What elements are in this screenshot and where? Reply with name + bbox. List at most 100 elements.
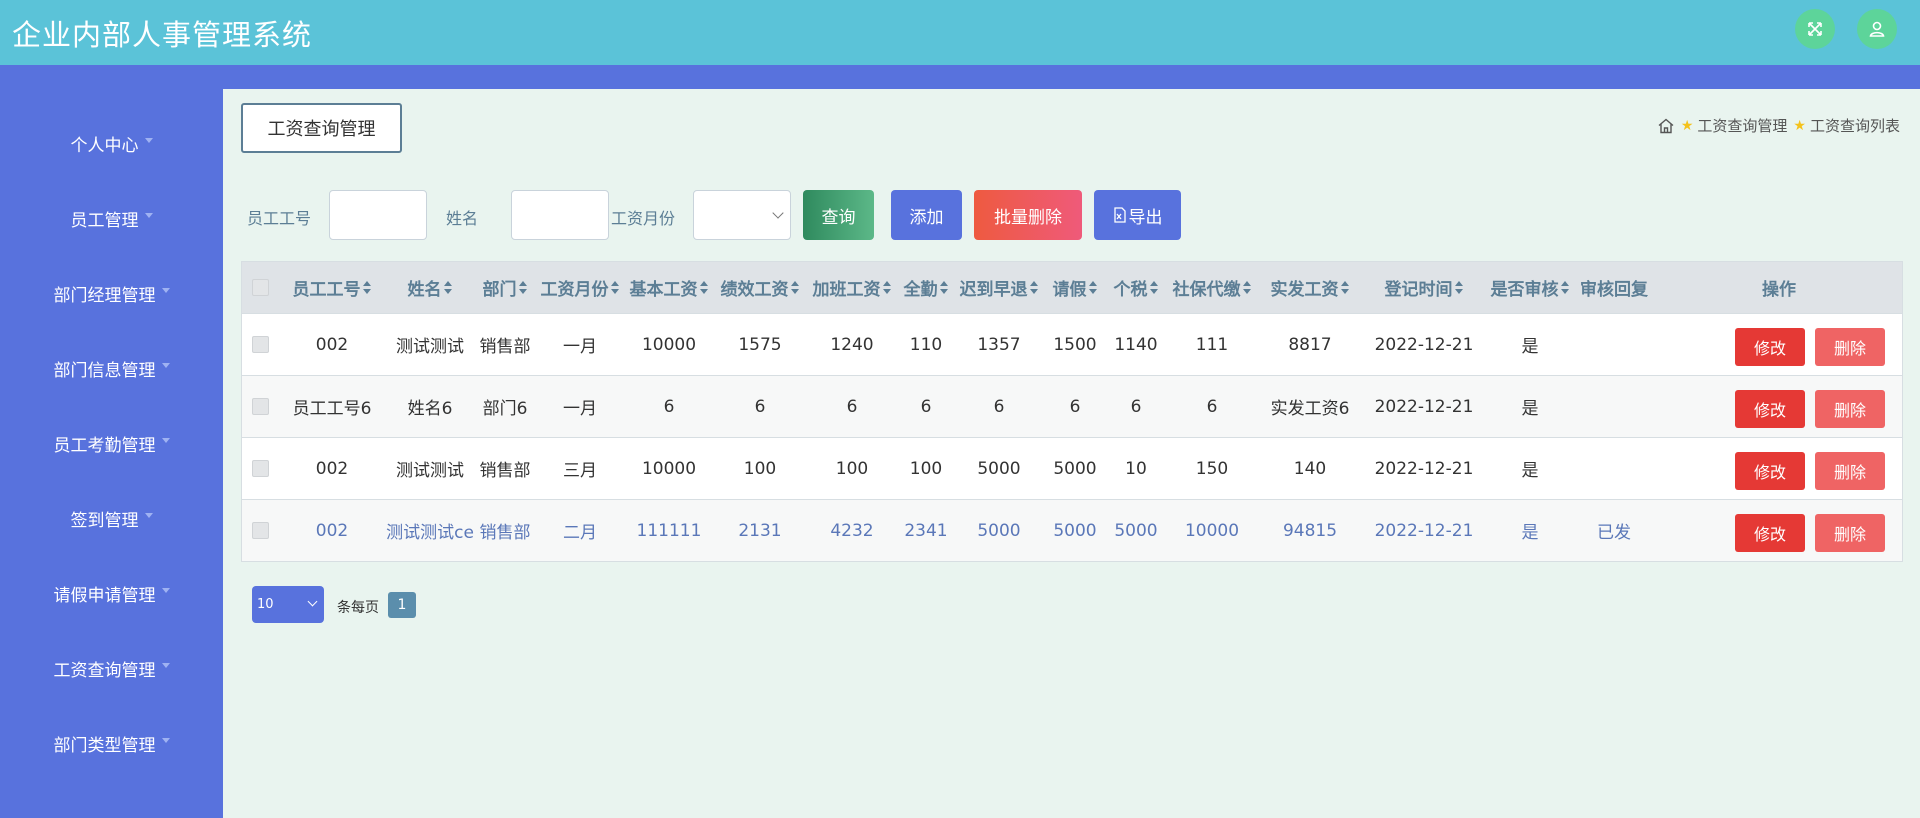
query-button[interactable]: 查询 bbox=[803, 190, 874, 240]
sort-icon[interactable] bbox=[1242, 281, 1252, 294]
salary-month-select[interactable] bbox=[693, 190, 791, 240]
cell-social-insurance: 10000 bbox=[1184, 520, 1240, 541]
select-all-checkbox-cell[interactable] bbox=[242, 262, 278, 313]
sort-icon[interactable] bbox=[362, 281, 372, 294]
col-late-early[interactable]: 迟到早退 bbox=[954, 262, 1044, 313]
cell-register-time: 2022-12-21 bbox=[1374, 520, 1474, 541]
col-income-tax[interactable]: 个税 bbox=[1106, 262, 1166, 313]
page-size-select[interactable]: 10 bbox=[252, 586, 324, 623]
sort-icon[interactable] bbox=[699, 281, 709, 294]
sort-icon[interactable] bbox=[1560, 281, 1570, 294]
sort-icon[interactable] bbox=[939, 281, 949, 294]
delete-button[interactable]: 删除 bbox=[1815, 452, 1885, 490]
col-employee-no[interactable]: 员工工号 bbox=[278, 262, 386, 313]
col-social-insurance[interactable]: 社保代缴 bbox=[1166, 262, 1258, 313]
col-register-time[interactable]: 登记时间 bbox=[1362, 262, 1486, 313]
sidebar-item-label: 员工管理 bbox=[70, 210, 139, 231]
user-button[interactable] bbox=[1857, 9, 1897, 49]
sidebar-item-salary[interactable]: 工资查询管理 bbox=[0, 648, 223, 688]
cell-salary-month: 二月 bbox=[563, 523, 597, 543]
col-performance-salary[interactable]: 绩效工资 bbox=[714, 262, 806, 313]
sidebar-item-dept-info[interactable]: 部门信息管理 bbox=[0, 348, 223, 388]
row-checkbox-cell[interactable] bbox=[242, 438, 278, 499]
col-actions: 操作 bbox=[1654, 262, 1904, 313]
col-leave[interactable]: 请假 bbox=[1044, 262, 1106, 313]
row-checkbox-cell[interactable] bbox=[242, 500, 278, 561]
col-base-salary[interactable]: 基本工资 bbox=[624, 262, 714, 313]
sidebar-item-dept-type[interactable]: 部门类型管理 bbox=[0, 723, 223, 763]
main-content: 工资查询管理 ★ 工资查询管理 ★ 工资查询列表 员工工号 姓名 工资月份 查询… bbox=[223, 89, 1920, 818]
cell-register-time: 2022-12-21 bbox=[1374, 396, 1474, 417]
cell-performance-salary: 6 bbox=[754, 396, 766, 417]
page-number-button[interactable]: 1 bbox=[388, 592, 416, 618]
cell-overtime-salary: 100 bbox=[835, 458, 869, 479]
edit-button[interactable]: 修改 bbox=[1735, 390, 1805, 428]
col-salary-month[interactable]: 工资月份 bbox=[536, 262, 624, 313]
sort-icon[interactable] bbox=[790, 281, 800, 294]
export-label: 导出 bbox=[1128, 207, 1163, 228]
cell-overtime-salary: 1240 bbox=[830, 334, 874, 355]
edit-button[interactable]: 修改 bbox=[1735, 452, 1805, 490]
chevron-down-icon bbox=[307, 596, 318, 607]
sort-icon[interactable] bbox=[882, 281, 892, 294]
sidebar-item-checkin[interactable]: 签到管理 bbox=[0, 498, 223, 538]
cell-performance-salary: 1575 bbox=[738, 334, 782, 355]
row-checkbox[interactable] bbox=[251, 460, 269, 477]
cell-review-reply: 已发 bbox=[1597, 523, 1631, 543]
sort-icon[interactable] bbox=[1454, 281, 1464, 294]
cell-income-tax: 5000 bbox=[1114, 520, 1158, 541]
col-department[interactable]: 部门 bbox=[474, 262, 536, 313]
sort-icon[interactable] bbox=[518, 281, 528, 294]
row-checkbox-cell[interactable] bbox=[242, 314, 278, 375]
name-input[interactable] bbox=[511, 190, 609, 240]
caret-down-icon bbox=[161, 587, 170, 593]
select-all-checkbox[interactable] bbox=[251, 279, 269, 296]
sort-icon[interactable] bbox=[443, 281, 453, 294]
sort-icon[interactable] bbox=[610, 281, 620, 294]
cell-name: 测试测试ce bbox=[386, 523, 474, 543]
edit-button[interactable]: 修改 bbox=[1735, 514, 1805, 552]
delete-button[interactable]: 删除 bbox=[1815, 328, 1885, 366]
sidebar-item-attendance[interactable]: 员工考勤管理 bbox=[0, 423, 223, 463]
sidebar-item-personal-center[interactable]: 个人中心 bbox=[0, 123, 223, 163]
delete-button[interactable]: 删除 bbox=[1815, 390, 1885, 428]
cell-full-attendance: 2341 bbox=[904, 520, 948, 541]
breadcrumb-item[interactable]: 工资查询管理 bbox=[1697, 115, 1787, 136]
cell-leave: 6 bbox=[1069, 396, 1081, 417]
batch-delete-button[interactable]: 批量删除 bbox=[974, 190, 1082, 240]
cell-base-salary: 111111 bbox=[636, 520, 702, 541]
header-label: 全勤 bbox=[903, 280, 938, 300]
col-net-salary[interactable]: 实发工资 bbox=[1258, 262, 1362, 313]
col-name[interactable]: 姓名 bbox=[386, 262, 474, 313]
sidebar-item-label: 工资查询管理 bbox=[53, 660, 156, 681]
sidebar-item-dept-manager[interactable]: 部门经理管理 bbox=[0, 273, 223, 313]
delete-button[interactable]: 删除 bbox=[1815, 514, 1885, 552]
edit-button[interactable]: 修改 bbox=[1735, 328, 1805, 366]
cell-base-salary: 6 bbox=[663, 396, 675, 417]
sidebar-item-employee[interactable]: 员工管理 bbox=[0, 198, 223, 238]
sort-icon[interactable] bbox=[1340, 281, 1350, 294]
row-checkbox[interactable] bbox=[251, 336, 269, 353]
table-row: 002 测试测试 销售部 一月 10000 1575 1240 110 1357… bbox=[242, 313, 1902, 375]
cell-overtime-salary: 4232 bbox=[830, 520, 874, 541]
home-icon[interactable] bbox=[1657, 117, 1675, 135]
add-button[interactable]: 添加 bbox=[891, 190, 962, 240]
sort-icon[interactable] bbox=[1149, 281, 1159, 294]
fullscreen-button[interactable] bbox=[1795, 9, 1835, 49]
sidebar-item-leave[interactable]: 请假申请管理 bbox=[0, 573, 223, 613]
employee-no-input[interactable] bbox=[329, 190, 427, 240]
row-checkbox[interactable] bbox=[251, 522, 269, 539]
header-label: 加班工资 bbox=[812, 280, 881, 300]
export-button[interactable]: 导出 bbox=[1094, 190, 1181, 240]
col-overtime-salary[interactable]: 加班工资 bbox=[806, 262, 898, 313]
cell-full-attendance: 6 bbox=[920, 396, 932, 417]
col-full-attendance[interactable]: 全勤 bbox=[898, 262, 954, 313]
caret-down-icon bbox=[161, 662, 170, 668]
row-checkbox[interactable] bbox=[251, 398, 269, 415]
cell-department: 销售部 bbox=[479, 523, 531, 543]
row-checkbox-cell[interactable] bbox=[242, 376, 278, 437]
cell-late-early: 6 bbox=[993, 396, 1005, 417]
sort-icon[interactable] bbox=[1029, 281, 1039, 294]
col-reviewed[interactable]: 是否审核 bbox=[1486, 262, 1574, 313]
sort-icon[interactable] bbox=[1088, 281, 1098, 294]
